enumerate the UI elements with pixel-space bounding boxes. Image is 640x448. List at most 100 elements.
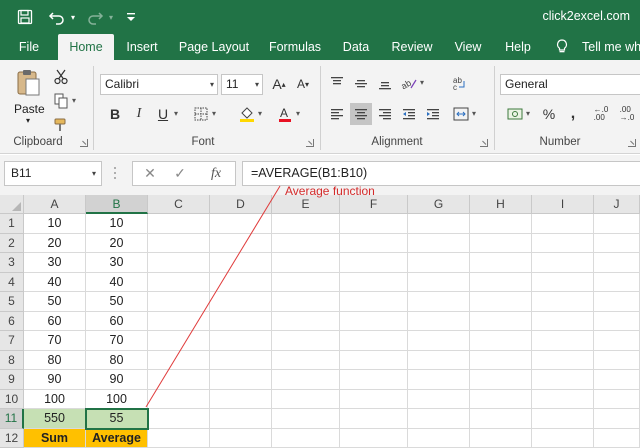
cell-g2[interactable] [408,233,470,253]
cell-c10[interactable] [148,389,210,409]
cell-a2[interactable]: 20 [24,233,86,253]
cell-c8[interactable] [148,350,210,370]
tab-home[interactable]: Home [58,34,114,60]
cell-g12[interactable] [408,428,470,448]
font-launcher-icon[interactable] [306,139,314,147]
cell-d12[interactable] [210,428,272,448]
cell-j8[interactable] [594,350,640,370]
cell-h11[interactable] [470,409,532,429]
cell-j11[interactable] [594,409,640,429]
cell-i4[interactable] [532,272,594,292]
cell-f6[interactable] [340,311,408,331]
cell-f4[interactable] [340,272,408,292]
cell-g8[interactable] [408,350,470,370]
cell-d10[interactable] [210,389,272,409]
row-header-8[interactable]: 8 [0,350,24,370]
cell-a9[interactable]: 90 [24,370,86,390]
cell-h2[interactable] [470,233,532,253]
cell-h8[interactable] [470,350,532,370]
cell-i10[interactable] [532,389,594,409]
lightbulb-icon[interactable] [552,34,572,60]
cell-i9[interactable] [532,370,594,390]
decrease-font-size-icon[interactable]: A ▾ [292,73,314,95]
cell-g9[interactable] [408,370,470,390]
cell-a1[interactable]: 10 [24,214,86,234]
cell-i8[interactable] [532,350,594,370]
cell-c2[interactable] [148,233,210,253]
paste-dropdown-icon[interactable]: ▾ [26,116,30,125]
cell-a6[interactable]: 60 [24,311,86,331]
cell-i5[interactable] [532,292,594,312]
cell-f5[interactable] [340,292,408,312]
cell-b12[interactable]: Average [86,428,148,448]
copy-icon[interactable] [50,90,76,112]
cell-e6[interactable] [272,311,340,331]
cell-c1[interactable] [148,214,210,234]
cell-a5[interactable]: 50 [24,292,86,312]
cell-e9[interactable] [272,370,340,390]
cell-c6[interactable] [148,311,210,331]
cell-d1[interactable] [210,214,272,234]
cell-a4[interactable]: 40 [24,272,86,292]
row-header-10[interactable]: 10 [0,389,24,409]
cell-j6[interactable] [594,311,640,331]
align-top-icon[interactable] [326,72,348,94]
align-left-icon[interactable] [326,103,348,125]
cell-e11[interactable] [272,409,340,429]
alignment-launcher-icon[interactable] [480,139,488,147]
cell-a3[interactable]: 30 [24,253,86,273]
cell-c9[interactable] [148,370,210,390]
cell-j10[interactable] [594,389,640,409]
column-header-a[interactable]: A [24,195,86,214]
cell-b11[interactable]: 55 [85,408,149,430]
tab-help[interactable]: Help [496,34,540,60]
undo-icon[interactable] [46,6,68,28]
cell-h6[interactable] [470,311,532,331]
cell-i11[interactable] [532,409,594,429]
cell-d3[interactable] [210,253,272,273]
cell-a10[interactable]: 100 [24,389,86,409]
cancel-icon[interactable]: ✕ [137,162,163,185]
cell-c7[interactable] [148,331,210,351]
cell-e7[interactable] [272,331,340,351]
font-color-icon[interactable]: A [274,103,300,125]
tell-me-search[interactable]: Tell me wha [582,34,640,60]
cell-a8[interactable]: 80 [24,350,86,370]
column-header-d[interactable]: D [210,195,272,214]
cell-i3[interactable] [532,253,594,273]
percent-style-icon[interactable]: % [538,103,560,125]
cell-h7[interactable] [470,331,532,351]
column-header-b[interactable]: B [86,195,148,214]
cell-f11[interactable] [340,409,408,429]
column-header-i[interactable]: I [532,195,594,214]
cell-h5[interactable] [470,292,532,312]
increase-indent-icon[interactable] [422,103,444,125]
cell-i6[interactable] [532,311,594,331]
cell-i12[interactable] [532,428,594,448]
insert-function-icon[interactable]: fx [203,162,229,185]
cell-a7[interactable]: 70 [24,331,86,351]
cell-b9[interactable]: 90 [86,370,148,390]
number-launcher-icon[interactable] [628,139,636,147]
save-icon[interactable] [14,6,36,28]
cell-g3[interactable] [408,253,470,273]
increase-decimal-icon[interactable]: ←.0.00 [590,103,612,125]
row-header-5[interactable]: 5 [0,292,24,312]
cell-e4[interactable] [272,272,340,292]
redo-dropdown-icon[interactable]: ▾ [106,6,116,28]
row-header-9[interactable]: 9 [0,370,24,390]
cell-b8[interactable]: 80 [86,350,148,370]
cell-h4[interactable] [470,272,532,292]
column-header-c[interactable]: C [148,195,210,214]
format-painter-icon[interactable] [50,114,72,136]
cell-f8[interactable] [340,350,408,370]
row-header-1[interactable]: 1 [0,214,24,234]
cell-a11[interactable]: 550 [24,409,86,429]
row-header-12[interactable]: 12 [0,428,24,448]
fill-color-icon[interactable] [236,103,262,125]
cell-j9[interactable] [594,370,640,390]
cell-j5[interactable] [594,292,640,312]
merge-center-icon[interactable] [450,103,476,125]
cell-g11[interactable] [408,409,470,429]
redo-icon[interactable] [84,6,106,28]
